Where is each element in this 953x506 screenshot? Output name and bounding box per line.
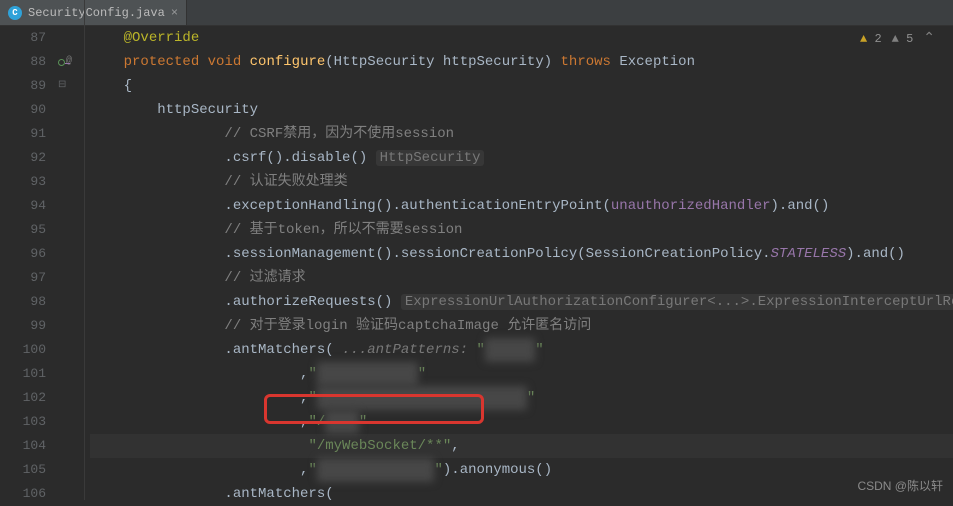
watermark: CSDN @陈以轩 [857, 477, 943, 494]
code-editor[interactable]: 87 @Override 88 @ protected void configu… [0, 26, 953, 506]
line-number: 101 [0, 362, 58, 386]
highlighted-string: "/myWebSocket/**" [308, 438, 451, 454]
line-number: 92 [0, 146, 58, 170]
line-number: 87 [0, 26, 58, 50]
line-number: 95 [0, 218, 58, 242]
close-icon[interactable]: × [171, 6, 178, 20]
fold-icon[interactable]: ⊟ [58, 74, 66, 98]
line-number: 88 [0, 50, 58, 74]
line-number: 103 [0, 410, 58, 434]
tab-bar: C SecurityConfig.java × [0, 0, 953, 26]
line-number: 102 [0, 386, 58, 410]
inlay-hint: HttpSecurity [376, 150, 485, 166]
tab-filename: SecurityConfig.java [28, 6, 165, 20]
annotation: @Override [124, 30, 200, 46]
line-number: 91 [0, 122, 58, 146]
inlay-hint: ExpressionUrlAuthorizationConfigurer<...… [401, 294, 953, 310]
line-number: 97 [0, 266, 58, 290]
file-tab[interactable]: C SecurityConfig.java × [0, 0, 187, 25]
line-number: 93 [0, 170, 58, 194]
override-gutter-icon[interactable]: @ [58, 50, 90, 74]
line-number: 90 [0, 98, 58, 122]
line-number: 106 [0, 482, 58, 506]
line-number: 104 [0, 434, 58, 458]
java-class-icon: C [8, 6, 22, 20]
line-number: 94 [0, 194, 58, 218]
line-number: 89 [0, 74, 58, 98]
line-number: 105 [0, 458, 58, 482]
line-number: 99 [0, 314, 58, 338]
line-number: 96 [0, 242, 58, 266]
line-number: 98 [0, 290, 58, 314]
line-number: 100 [0, 338, 58, 362]
